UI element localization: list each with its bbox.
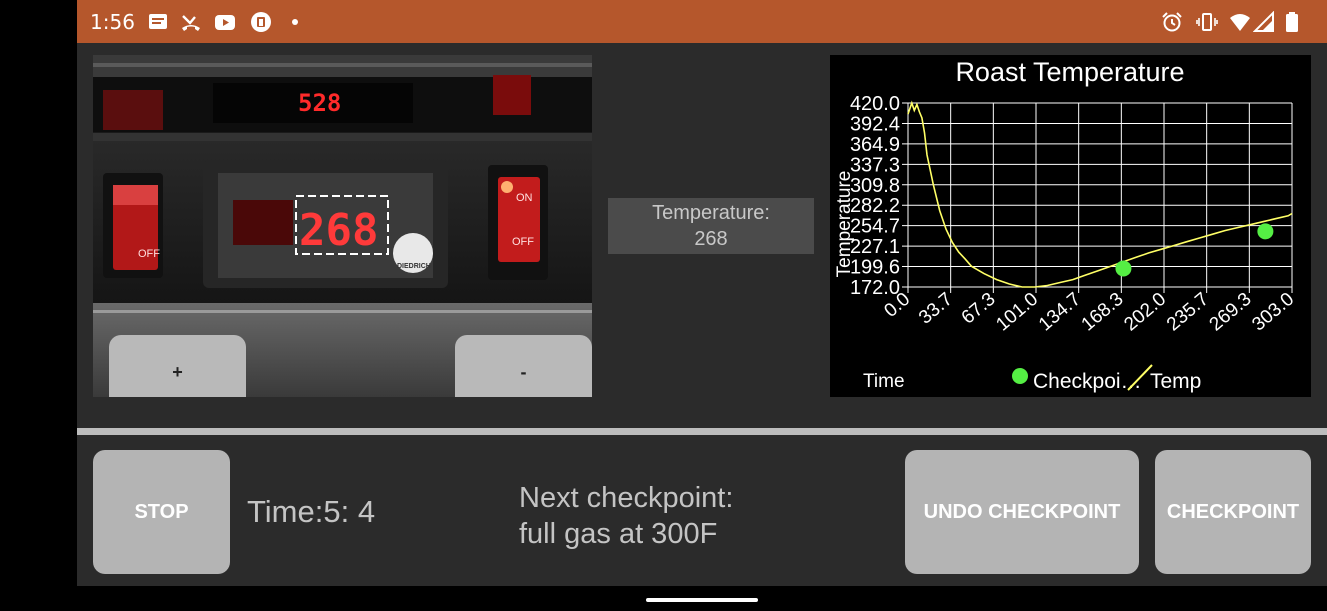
top-display-digits: 528 [298, 89, 341, 117]
decrease-button[interactable]: - [455, 335, 592, 397]
alarm-icon [1162, 12, 1182, 32]
chart-title: Roast Temperature [955, 57, 1184, 87]
notes-icon [149, 14, 167, 29]
y-axis-label: Temperature [834, 171, 855, 278]
toolbox-icon [251, 12, 271, 32]
y-tick-label: 337.3 [850, 154, 900, 176]
section-divider [77, 428, 1327, 435]
x-tick-label: 101.0 [992, 289, 1042, 336]
camera-preview: 528 OFF 268 DIEDRICH ON OFF + - [93, 55, 592, 397]
next-checkpoint-detail: full gas at 300F [519, 518, 718, 550]
next-checkpoint: Next checkpoint: full gas at 300F [519, 480, 733, 552]
increase-button[interactable]: + [109, 335, 246, 397]
temperature-label: Temperature: [652, 202, 770, 224]
y-tick-label: 309.8 [850, 175, 900, 197]
badge-text: DIEDRICH [397, 263, 431, 270]
checkpoint-point [1115, 260, 1132, 277]
left-switch-label: OFF [138, 248, 160, 260]
x-tick-label: 235.7 [1163, 289, 1213, 336]
undo-checkpoint-button[interactable]: UNDO CHECKPOINT [905, 450, 1139, 574]
legend-checkpoint-label: Checkpoi… [1033, 370, 1142, 393]
legend-temp-label: Temp [1150, 370, 1201, 393]
y-tick-label: 227.1 [850, 236, 900, 258]
right-switch-off-label: OFF [512, 236, 534, 248]
status-bar: 1:56 [77, 0, 1327, 43]
temp-series-line [907, 100, 1293, 288]
next-checkpoint-title: Next checkpoint: [519, 482, 734, 514]
y-tick-label: 282.2 [850, 195, 900, 217]
phone-screen: 1:56 528 OFF 268 DIEDRICH ON OFF + - Tem… [0, 0, 1327, 611]
signal-icon [1253, 11, 1274, 32]
x-tick-label: 134.7 [1035, 289, 1085, 336]
x-tick-label: 33.7 [915, 289, 957, 329]
x-tick-label: 269.3 [1206, 289, 1256, 336]
temperature-value: 268 [694, 228, 728, 250]
y-tick-label: 420.0 [850, 93, 900, 115]
roast-temperature-chart: Roast Temperature 420.0 392.4 364.9 337.3 30… [830, 55, 1311, 397]
home-gesture-handle[interactable] [646, 598, 758, 602]
missed-call-icon [182, 15, 200, 31]
elapsed-time: Time:5: 4 [247, 494, 376, 529]
x-tick-label: 168.3 [1078, 289, 1128, 336]
status-time: 1:56 [90, 10, 135, 34]
legend-checkpoint-marker [1012, 368, 1028, 384]
checkpoint-button[interactable]: CHECKPOINT [1155, 450, 1311, 574]
stop-button[interactable]: STOP [93, 450, 230, 574]
x-tick-label: 303.0 [1248, 289, 1298, 336]
checkpoint-point [1257, 223, 1274, 240]
y-tick-label: 392.4 [850, 113, 900, 135]
y-tick-label: 254.7 [850, 216, 900, 238]
dot-icon [292, 19, 298, 25]
temperature-readout: Temperature: 268 [608, 198, 814, 254]
battery-icon [1286, 12, 1298, 32]
vibrate-icon [1196, 13, 1218, 31]
x-tick-label: 202.0 [1120, 289, 1170, 336]
detected-display-digits: 268 [299, 205, 378, 256]
app-content: 528 OFF 268 DIEDRICH ON OFF + - Temperat… [77, 43, 1327, 586]
x-tick-label: 67.3 [958, 289, 1000, 329]
x-axis-label: Time [863, 371, 905, 392]
wifi-icon [1230, 14, 1250, 31]
chart-canvas: Roast Temperature 420.0392.4364.9337.330… [834, 57, 1298, 393]
youtube-icon [215, 15, 235, 30]
y-tick-label: 364.9 [850, 134, 900, 156]
right-switch-on-label: ON [516, 192, 533, 204]
y-tick-label: 199.6 [850, 257, 900, 279]
